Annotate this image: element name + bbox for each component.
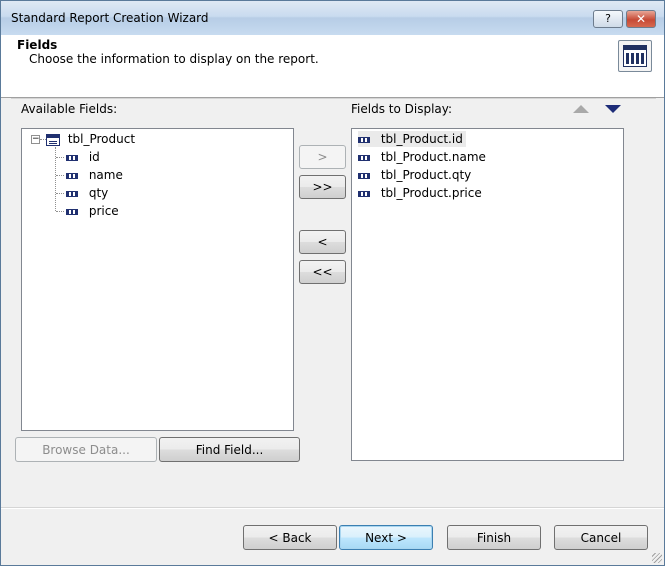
header-separator	[11, 98, 656, 99]
display-field-label: tbl_Product.qty	[380, 168, 472, 182]
tree-node-tbl-product[interactable]: tbl_Product	[46, 131, 135, 147]
back-button[interactable]: < Back	[243, 525, 337, 550]
fields-to-display-list[interactable]: tbl_Product.id tbl_Product.name tbl_Prod…	[351, 128, 624, 461]
page-subtitle: Choose the information to display on the…	[29, 52, 319, 66]
display-field-name[interactable]: tbl_Product.name	[358, 149, 486, 165]
next-button[interactable]: Next >	[339, 525, 433, 550]
remove-all-fields-button[interactable]: <<	[299, 260, 346, 284]
tree-field-label: id	[88, 150, 100, 164]
close-button[interactable]: ✕	[626, 10, 656, 28]
tree-field-label: name	[88, 168, 123, 182]
field-icon	[358, 154, 370, 161]
wizard-header: Fields Choose the information to display…	[1, 35, 664, 98]
help-button[interactable]: ?	[593, 10, 623, 28]
report-icon	[618, 40, 652, 72]
field-icon	[358, 172, 370, 179]
available-fields-tree[interactable]: − tbl_Product id name qty price	[21, 128, 294, 431]
display-field-id[interactable]: tbl_Product.id	[358, 131, 466, 147]
window-title: Standard Report Creation Wizard	[11, 11, 209, 25]
help-icon: ?	[605, 12, 611, 25]
field-icon	[66, 154, 78, 161]
move-down-icon[interactable]	[605, 105, 621, 113]
tree-field-price[interactable]: price	[66, 203, 119, 219]
page-title: Fields	[17, 38, 58, 52]
add-all-fields-button[interactable]: >>	[299, 175, 346, 199]
tree-field-qty[interactable]: qty	[66, 185, 108, 201]
tree-field-label: qty	[88, 186, 109, 200]
browse-data-button[interactable]: Browse Data...	[15, 437, 157, 462]
wizard-window: Standard Report Creation Wizard ? ✕ Fiel…	[0, 0, 665, 566]
cancel-button[interactable]: Cancel	[554, 525, 648, 550]
display-field-label: tbl_Product.name	[380, 150, 486, 164]
move-up-icon[interactable]	[573, 105, 589, 113]
field-icon	[358, 190, 370, 197]
footer-separator	[1, 507, 664, 509]
find-field-button[interactable]: Find Field...	[159, 437, 300, 462]
field-icon	[66, 172, 78, 179]
add-field-button[interactable]: >	[299, 145, 346, 169]
fields-to-display-label: Fields to Display:	[351, 102, 453, 116]
field-icon	[66, 208, 78, 215]
tree-field-id[interactable]: id	[66, 149, 100, 165]
display-field-label: tbl_Product.price	[380, 186, 482, 200]
table-icon	[46, 133, 60, 146]
field-icon	[358, 136, 370, 143]
available-fields-label: Available Fields:	[21, 102, 118, 116]
finish-button[interactable]: Finish	[447, 525, 541, 550]
collapse-icon[interactable]: −	[31, 135, 40, 144]
field-icon	[66, 190, 78, 197]
tree-field-label: price	[88, 204, 119, 218]
title-bar: Standard Report Creation Wizard ? ✕	[1, 1, 664, 35]
resize-grip-icon[interactable]	[652, 553, 662, 563]
display-field-qty[interactable]: tbl_Product.qty	[358, 167, 471, 183]
tree-field-name[interactable]: name	[66, 167, 123, 183]
display-field-label: tbl_Product.id	[380, 132, 463, 146]
close-icon: ✕	[635, 12, 647, 26]
display-field-price[interactable]: tbl_Product.price	[358, 185, 482, 201]
remove-field-button[interactable]: <	[299, 230, 346, 254]
tree-node-label: tbl_Product	[67, 132, 136, 146]
